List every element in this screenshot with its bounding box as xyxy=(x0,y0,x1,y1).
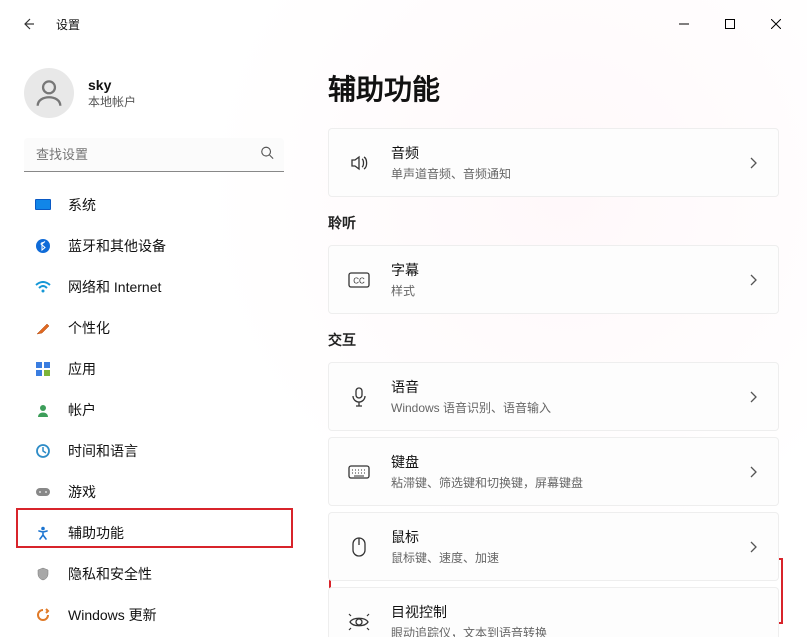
nav-network[interactable]: 网络和 Internet xyxy=(16,267,292,307)
user-name: sky xyxy=(88,77,136,93)
card-voice[interactable]: 语音 Windows 语音识别、语音输入 xyxy=(328,362,779,431)
section-hearing: 聆听 xyxy=(328,213,779,233)
arrow-left-icon xyxy=(20,16,36,32)
sidebar: sky 本地帐户 系统 蓝牙和其他设备 xyxy=(0,48,300,637)
nav-label: 网络和 Internet xyxy=(68,277,161,297)
card-subtitle: 眼动追踪仪，文本到语音转换 xyxy=(391,624,760,637)
card-title: 音频 xyxy=(391,143,726,163)
nav-accessibility[interactable]: 辅助功能 xyxy=(16,513,292,553)
update-icon xyxy=(34,606,52,624)
nav-label: 时间和语言 xyxy=(68,441,138,461)
svg-text:CC: CC xyxy=(353,276,365,285)
nav-label: Windows 更新 xyxy=(68,605,157,625)
captions-icon: CC xyxy=(347,268,371,292)
card-captions[interactable]: CC 字幕 样式 xyxy=(328,245,779,314)
nav-label: 辅助功能 xyxy=(68,523,124,543)
nav-label: 应用 xyxy=(68,359,96,379)
clock-icon xyxy=(34,442,52,460)
eye-icon xyxy=(347,610,371,634)
nav-system[interactable]: 系统 xyxy=(16,185,292,225)
nav-accounts[interactable]: 帐户 xyxy=(16,390,292,430)
account-icon xyxy=(34,401,52,419)
card-title: 目视控制 xyxy=(391,602,760,622)
nav-label: 游戏 xyxy=(68,482,96,502)
shield-icon xyxy=(34,565,52,583)
brush-icon xyxy=(34,319,52,337)
chevron-right-icon xyxy=(746,273,760,287)
chevron-right-icon xyxy=(746,156,760,170)
window-controls xyxy=(661,8,799,40)
avatar xyxy=(24,68,74,118)
speaker-icon xyxy=(347,151,371,175)
card-keyboard[interactable]: 键盘 粘滞键、筛选键和切换键，屏幕键盘 xyxy=(328,437,779,506)
card-title: 键盘 xyxy=(391,452,726,472)
card-audio[interactable]: 音频 单声道音频、音频通知 xyxy=(328,128,779,197)
section-interaction: 交互 xyxy=(328,330,779,350)
search-input[interactable] xyxy=(24,138,284,172)
nav-time[interactable]: 时间和语言 xyxy=(16,431,292,471)
nav-bluetooth[interactable]: 蓝牙和其他设备 xyxy=(16,226,292,266)
card-eye-control[interactable]: 目视控制 眼动追踪仪，文本到语音转换 xyxy=(328,587,779,637)
card-subtitle: 单声道音频、音频通知 xyxy=(391,165,726,182)
user-profile[interactable]: sky 本地帐户 xyxy=(8,56,300,130)
nav-privacy[interactable]: 隐私和安全性 xyxy=(16,554,292,594)
microphone-icon xyxy=(347,385,371,409)
maximize-icon xyxy=(725,19,735,29)
nav-label: 个性化 xyxy=(68,318,110,338)
card-title: 字幕 xyxy=(391,260,726,280)
main-content: 辅助功能 音频 单声道音频、音频通知 聆听 CC 字幕 样式 交互 xyxy=(300,48,807,637)
mouse-icon xyxy=(347,535,371,559)
wifi-icon xyxy=(34,278,52,296)
maximize-button[interactable] xyxy=(707,8,753,40)
person-icon xyxy=(32,76,66,110)
nav-gaming[interactable]: 游戏 xyxy=(16,472,292,512)
card-subtitle: Windows 语音识别、语音输入 xyxy=(391,399,726,416)
system-icon xyxy=(34,196,52,214)
chevron-right-icon xyxy=(746,465,760,479)
chevron-right-icon xyxy=(746,540,760,554)
nav-list: 系统 蓝牙和其他设备 网络和 Internet 个性化 应用 xyxy=(8,184,300,629)
minimize-icon xyxy=(679,19,689,29)
card-subtitle: 鼠标键、速度、加速 xyxy=(391,549,726,566)
minimize-button[interactable] xyxy=(661,8,707,40)
nav-label: 隐私和安全性 xyxy=(68,564,152,584)
bluetooth-icon xyxy=(34,237,52,255)
nav-label: 帐户 xyxy=(68,400,96,420)
apps-icon xyxy=(34,360,52,378)
card-subtitle: 样式 xyxy=(391,282,726,299)
nav-update[interactable]: Windows 更新 xyxy=(16,595,292,629)
card-mouse[interactable]: 鼠标 鼠标键、速度、加速 xyxy=(328,512,779,581)
close-icon xyxy=(771,19,781,29)
nav-label: 蓝牙和其他设备 xyxy=(68,236,166,256)
card-subtitle: 粘滞键、筛选键和切换键，屏幕键盘 xyxy=(391,474,726,491)
nav-personalization[interactable]: 个性化 xyxy=(16,308,292,348)
gamepad-icon xyxy=(34,483,52,501)
user-type: 本地帐户 xyxy=(88,93,136,110)
chevron-right-icon xyxy=(746,390,760,404)
close-button[interactable] xyxy=(753,8,799,40)
page-title: 辅助功能 xyxy=(328,68,779,108)
back-button[interactable] xyxy=(8,4,48,44)
nav-label: 系统 xyxy=(68,195,96,215)
nav-apps[interactable]: 应用 xyxy=(16,349,292,389)
window-title: 设置 xyxy=(56,16,80,33)
keyboard-icon xyxy=(347,460,371,484)
search-icon xyxy=(260,146,274,165)
search-box[interactable] xyxy=(24,138,284,172)
titlebar: 设置 xyxy=(0,0,807,48)
accessibility-icon xyxy=(34,524,52,542)
card-title: 语音 xyxy=(391,377,726,397)
card-title: 鼠标 xyxy=(391,527,726,547)
